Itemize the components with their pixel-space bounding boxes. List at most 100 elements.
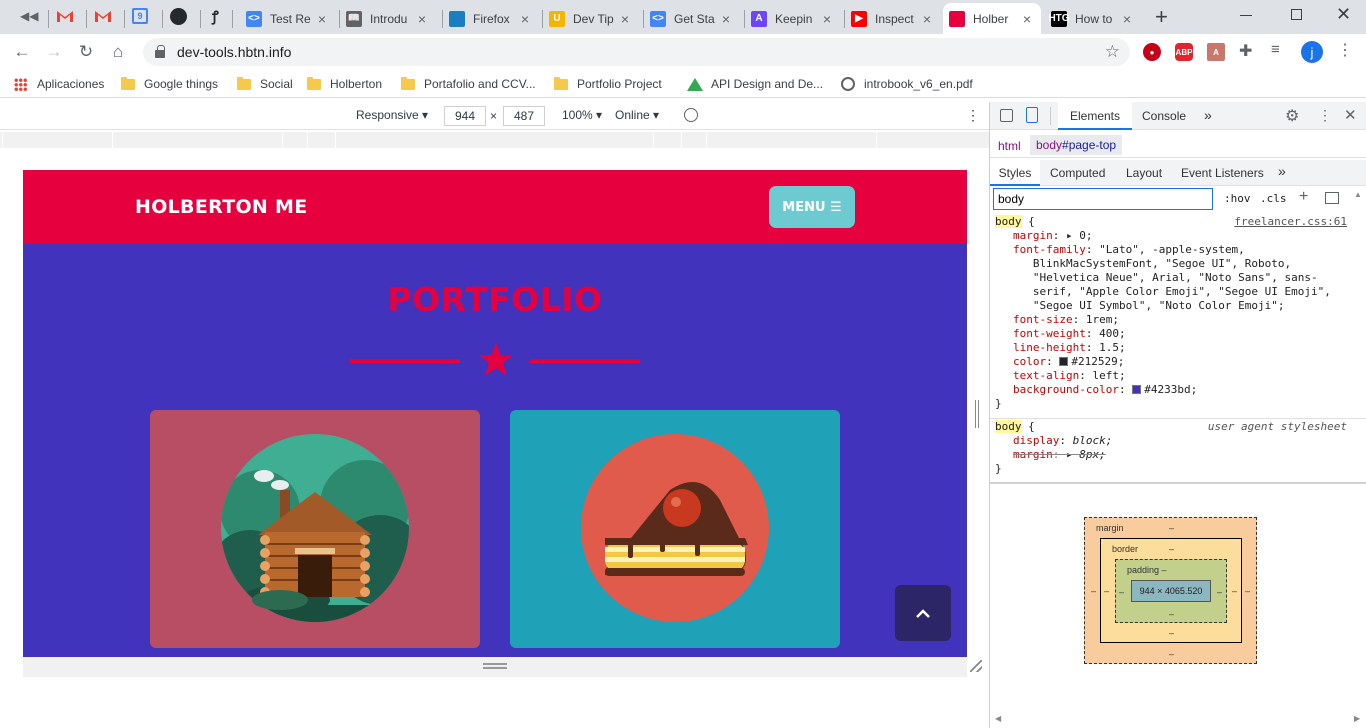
rotate-icon[interactable] <box>684 108 698 122</box>
tab-search-icon[interactable]: ◀◀ <box>20 9 38 23</box>
media-control-icon[interactable]: ≡ <box>1271 41 1280 58</box>
css-declaration[interactable]: "Helvetica Neue", Arial, "Noto Sans", sa… <box>1013 271 1318 285</box>
scroll-to-top-button[interactable] <box>895 585 951 641</box>
tab-close-icon[interactable]: × <box>517 11 533 27</box>
subtab-layout[interactable]: Layout <box>1126 166 1162 180</box>
css-declaration[interactable]: "Segoe UI Symbol", "Noto Color Emoji"; <box>1013 299 1285 313</box>
browser-tab[interactable]: Holber × <box>943 3 1041 34</box>
restore-button[interactable] <box>1291 9 1302 20</box>
rule-source-link[interactable]: freelancer.css:61 <box>1234 215 1347 229</box>
extensions-puzzle-icon[interactable]: ✚ <box>1239 41 1252 61</box>
tab-elements[interactable]: Elements <box>1058 102 1132 130</box>
ruler-segment[interactable] <box>681 132 706 148</box>
reload-button[interactable]: ↻ <box>74 40 98 64</box>
profile-avatar[interactable]: j <box>1301 41 1323 63</box>
more-tabs-button[interactable]: » <box>1204 107 1212 123</box>
css-declaration[interactable]: line-height: 1.5; <box>1013 341 1126 355</box>
bookmark-item[interactable]: Social <box>237 76 293 92</box>
bookmark-item[interactable]: introbook_v6_en.pdf <box>841 76 973 92</box>
inspect-element-icon[interactable] <box>1000 109 1013 122</box>
bookmark-item[interactable]: Holberton <box>307 76 382 92</box>
holberton-pinned-tab[interactable]: ꝭ <box>212 7 219 26</box>
tab-close-icon[interactable]: × <box>718 11 734 27</box>
bookmark-item[interactable]: Portfolio Project <box>554 76 662 92</box>
browser-tab[interactable]: U Dev Tip × <box>543 3 639 34</box>
tab-close-icon[interactable]: × <box>617 11 633 27</box>
css-declaration[interactable]: margin: ▸ 8px; <box>1013 448 1106 462</box>
browser-tab[interactable]: Firefox × <box>443 3 539 34</box>
bookmark-item[interactable]: Portafolio and CCV... <box>401 76 536 92</box>
css-declaration[interactable]: font-size: 1rem; <box>1013 313 1119 327</box>
devtools-menu-icon[interactable]: ⋮ <box>1318 107 1332 124</box>
css-declaration[interactable]: text-align: left; <box>1013 369 1126 383</box>
gmail-pinned-tab-2[interactable] <box>94 9 112 23</box>
pane-divider[interactable] <box>990 482 1366 484</box>
browser-tab[interactable]: A Keepin × <box>745 3 841 34</box>
styles-filter-input[interactable] <box>993 188 1213 210</box>
ruler-segment[interactable] <box>2 132 112 148</box>
device-toggle-icon[interactable] <box>1026 107 1038 123</box>
ruler-segment[interactable] <box>335 132 653 148</box>
subtab-event-listeners[interactable]: Event Listeners <box>1181 166 1264 180</box>
ublock-extension-icon[interactable]: ● <box>1143 43 1161 61</box>
subtab-more[interactable]: » <box>1278 163 1286 179</box>
browser-tab[interactable]: <> Test Re × <box>240 3 336 34</box>
portfolio-card-cabin[interactable] <box>150 410 480 648</box>
ruler-segment[interactable] <box>112 132 282 148</box>
address-bar[interactable]: dev-tools.hbtn.info ☆ <box>143 38 1130 66</box>
close-devtools-icon[interactable]: ✕ <box>1344 106 1357 124</box>
device-mode-select[interactable]: Responsive ▾ <box>356 108 428 122</box>
css-declaration[interactable]: display: block; <box>1013 434 1112 448</box>
forward-button[interactable]: → <box>42 40 66 64</box>
tab-close-icon[interactable]: × <box>314 11 330 27</box>
breadcrumb-body[interactable]: body#page-top <box>1030 135 1123 155</box>
site-brand[interactable]: HOLBERTON ME <box>135 196 308 218</box>
cls-toggle[interactable]: .cls <box>1260 192 1287 205</box>
adblock-extension-icon[interactable]: ABP <box>1175 43 1193 61</box>
css-declaration[interactable]: BlinkMacSystemFont, "Segoe UI", Roboto, <box>1013 257 1291 271</box>
settings-gear-icon[interactable]: ⚙ <box>1285 106 1299 126</box>
browser-tab[interactable]: <> Get Sta × <box>644 3 740 34</box>
color-swatch-icon[interactable] <box>1132 385 1142 394</box>
color-swatch-icon[interactable] <box>1059 357 1069 366</box>
subtab-styles[interactable]: Styles <box>990 160 1040 186</box>
subtab-computed[interactable]: Computed <box>1050 166 1105 180</box>
hscroll-right-icon[interactable]: ▶ <box>1354 714 1360 723</box>
tab-close-icon[interactable]: × <box>919 11 935 27</box>
bookmark-star-icon[interactable]: ☆ <box>1105 42 1120 62</box>
pdf-extension-icon[interactable]: A <box>1207 43 1225 61</box>
tab-close-icon[interactable]: × <box>1119 11 1135 27</box>
viewport-resize-handle[interactable] <box>23 657 967 677</box>
bookmark-item[interactable]: API Design and De... <box>687 76 823 92</box>
bookmark-item[interactable]: Aplicaciones <box>14 76 104 92</box>
ruler-segment[interactable] <box>876 132 986 148</box>
css-declaration[interactable]: margin: ▸ 0; <box>1013 229 1093 243</box>
ruler-segment[interactable] <box>653 132 681 148</box>
height-input[interactable]: 487 <box>503 106 545 126</box>
back-button[interactable]: ← <box>10 40 34 64</box>
close-window-button[interactable]: ✕ <box>1336 4 1351 25</box>
corner-resize-handle[interactable] <box>970 660 982 672</box>
css-declaration[interactable]: color: #212529; <box>1013 355 1124 369</box>
github-pinned-tab[interactable] <box>170 8 187 25</box>
ruler-segment[interactable] <box>307 132 335 148</box>
styles-scroll-up-icon[interactable]: ▲ <box>1354 190 1362 199</box>
toggle-sidebar-icon[interactable] <box>1325 192 1339 204</box>
hscroll-left-icon[interactable]: ◀ <box>995 714 1001 723</box>
ruler-segment[interactable] <box>706 132 876 148</box>
new-tab-button[interactable]: + <box>1155 4 1168 30</box>
home-button[interactable]: ⌂ <box>106 40 130 64</box>
device-options-icon[interactable]: ⋮ <box>966 107 980 124</box>
tab-close-icon[interactable]: × <box>1019 11 1035 27</box>
css-declaration[interactable]: font-family: "Lato", -apple-system, <box>1013 243 1245 257</box>
minimize-button[interactable] <box>1240 15 1252 16</box>
browser-tab[interactable]: HTG How to × <box>1045 3 1141 34</box>
tab-console[interactable]: Console <box>1142 109 1186 123</box>
browser-tab[interactable]: ▶ Inspect × <box>845 3 941 34</box>
hov-toggle[interactable]: :hov <box>1224 192 1251 205</box>
zoom-select[interactable]: 100% ▾ <box>562 108 602 122</box>
ruler-segment[interactable] <box>282 132 307 148</box>
css-declaration[interactable]: background-color: #4233bd; <box>1013 383 1197 397</box>
tab-close-icon[interactable]: × <box>414 11 430 27</box>
breadcrumb-html[interactable]: html <box>998 139 1021 153</box>
